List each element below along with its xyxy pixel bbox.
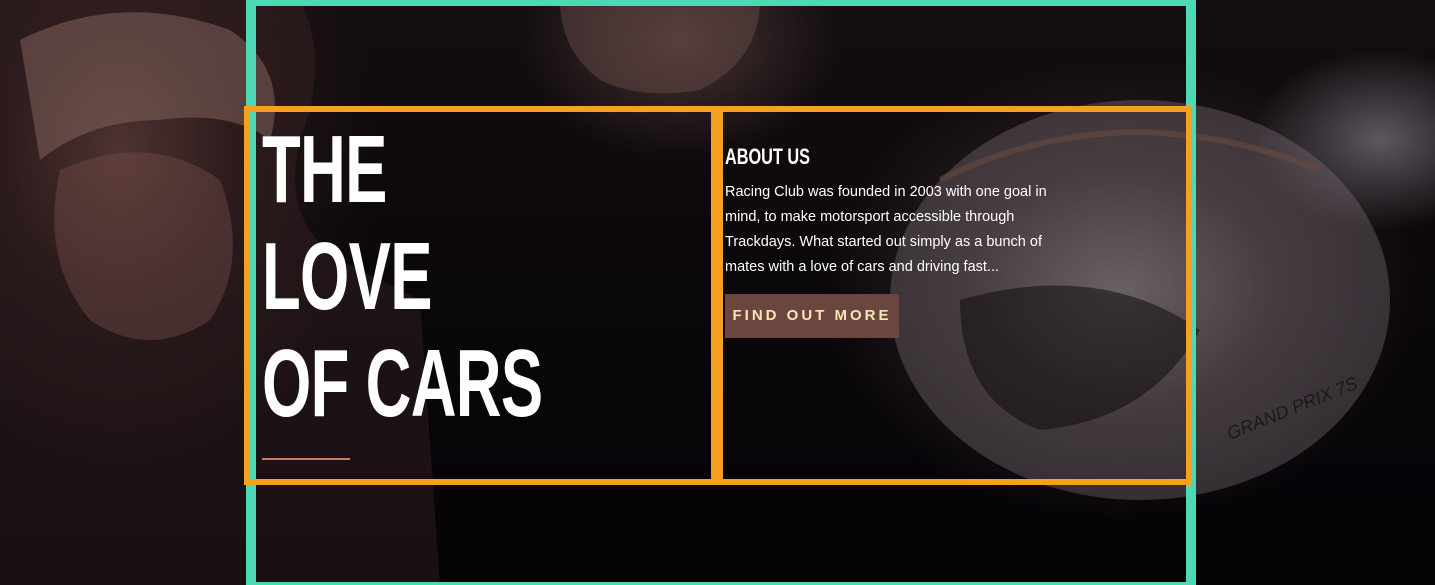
hero-headline: THE LOVE OF CARS [262,112,556,437]
headline-line-3: OF CARS [262,330,543,437]
headline-column: THE LOVE OF CARS [262,112,708,474]
about-text: Racing Club was founded in 2003 with one… [725,184,1047,275]
headline-underline [262,458,350,460]
headline-line-2: LOVE [262,223,433,330]
find-out-more-button[interactable]: FIND OUT MORE [725,294,899,338]
hero-section: GRAND PRIX 7S THE LOVE OF CARS ABOUT US … [0,0,1435,585]
headline-line-1: THE [262,116,387,223]
frame-divider [711,106,723,485]
about-title: ABOUT US [725,144,811,169]
about-column: ABOUT US Racing Club was founded in 2003… [725,112,1165,474]
